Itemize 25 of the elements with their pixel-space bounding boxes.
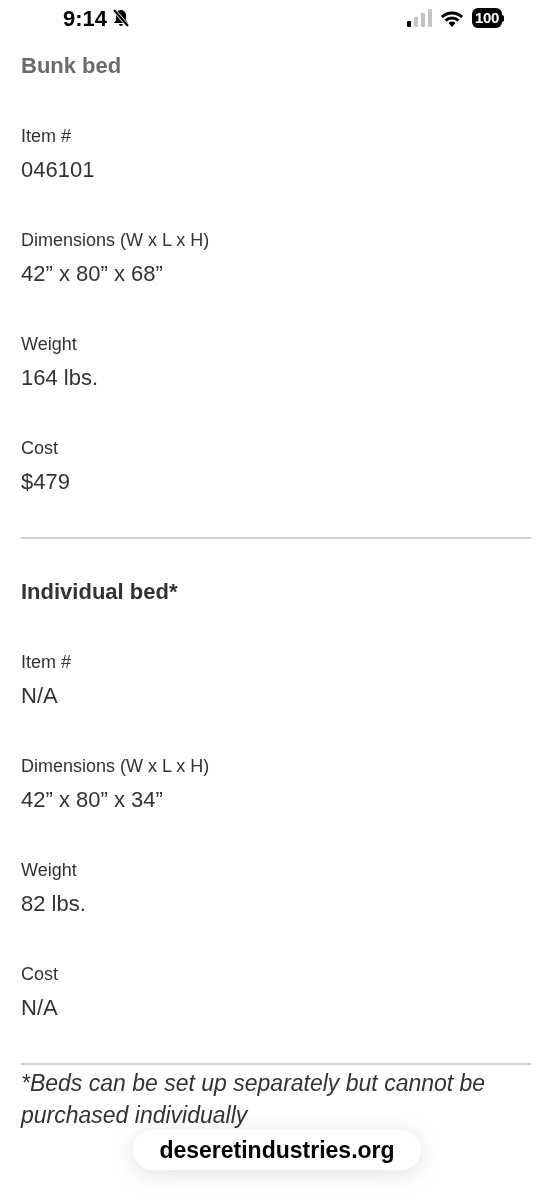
status-time: 9:14 [63, 4, 108, 33]
signal-icon [406, 9, 433, 27]
section-heading: Individual bed* [21, 578, 179, 606]
address-bar[interactable]: deseretindustries.org [133, 1130, 421, 1170]
field-value: N/A [21, 682, 59, 710]
field-label: Dimensions (W x L x H) [21, 755, 211, 778]
field-label: Cost [21, 963, 59, 986]
field-label: Weight [21, 333, 78, 356]
field-value: $479 [21, 468, 71, 496]
field-label: Dimensions (W x L x H) [21, 229, 211, 252]
wifi-icon [440, 9, 465, 27]
battery-icon: 100 [472, 8, 504, 28]
field-label: Cost [21, 437, 59, 460]
section-heading: Bunk bed [21, 52, 123, 80]
field-value: N/A [21, 994, 59, 1022]
field-value: 164 lbs. [21, 364, 100, 392]
field-value: 42” x 80” x 34” [21, 786, 164, 814]
field-label: Item # [21, 125, 73, 148]
field-label: Item # [21, 651, 73, 674]
muted-bell-icon [111, 8, 132, 28]
field-value: 42” x 80” x 68” [21, 260, 164, 288]
field-value: 82 lbs. [21, 890, 87, 918]
footnote: *Beds can be set up separately but cannot be purchased individually [21, 1069, 487, 1130]
field-label: Weight [21, 859, 78, 882]
field-value: 046101 [21, 156, 96, 184]
